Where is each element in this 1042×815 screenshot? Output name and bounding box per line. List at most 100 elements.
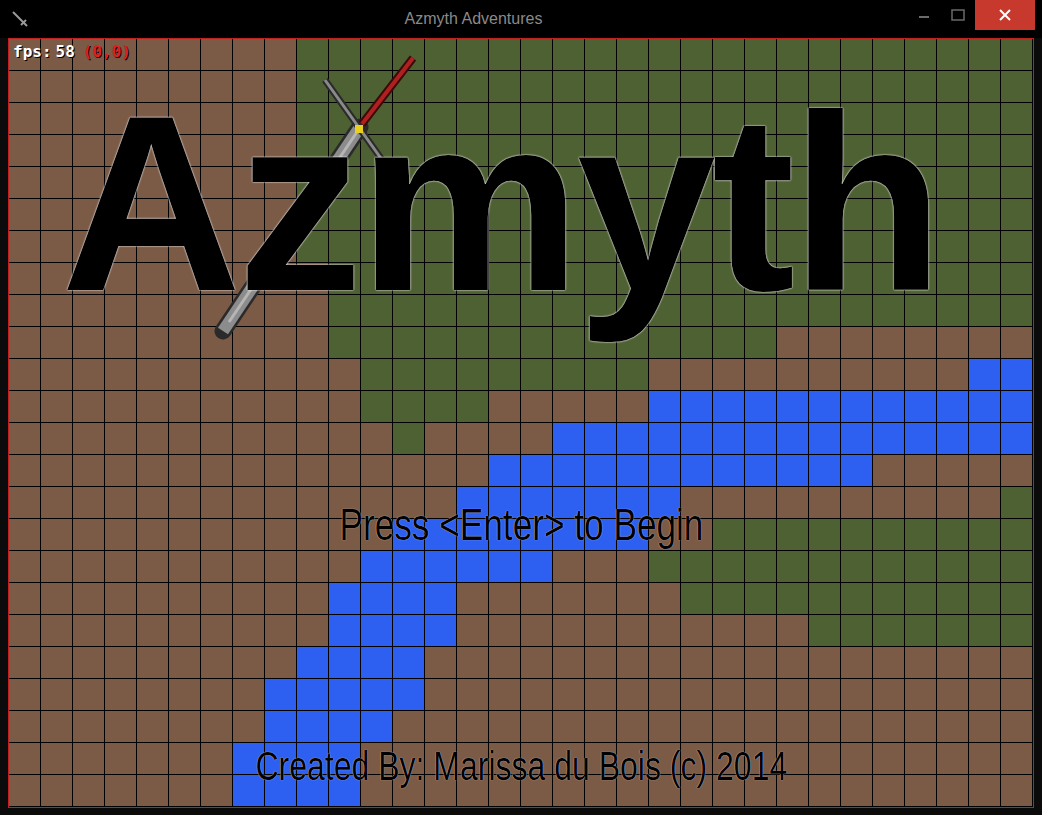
grass-tile (969, 199, 1000, 230)
dirt-tile (425, 679, 456, 710)
grass-tile (841, 551, 872, 582)
dirt-tile (457, 455, 488, 486)
grass-tile (969, 551, 1000, 582)
dirt-tile (137, 39, 168, 70)
dirt-tile (265, 583, 296, 614)
water-tile (937, 391, 968, 422)
grass-tile (585, 39, 616, 70)
dirt-tile (265, 647, 296, 678)
grass-tile (1001, 199, 1032, 230)
grass-tile (457, 327, 488, 358)
dirt-tile (9, 327, 40, 358)
grass-tile (969, 615, 1000, 646)
grass-tile (937, 583, 968, 614)
dirt-tile (969, 775, 1000, 806)
dirt-tile (969, 487, 1000, 518)
dirt-tile (905, 647, 936, 678)
grass-tile (937, 519, 968, 550)
dirt-tile (41, 743, 72, 774)
grass-tile (937, 615, 968, 646)
water-tile (521, 455, 552, 486)
grass-tile (617, 39, 648, 70)
grass-tile (969, 71, 1000, 102)
water-tile (329, 583, 360, 614)
dirt-tile (745, 711, 776, 742)
dirt-tile (201, 775, 232, 806)
dirt-tile (969, 711, 1000, 742)
prompt-row: Press <Enter> to Begin (9, 501, 1033, 549)
water-tile (393, 679, 424, 710)
dirt-tile (73, 583, 104, 614)
dirt-tile (41, 775, 72, 806)
dirt-tile (9, 231, 40, 262)
grass-tile (809, 615, 840, 646)
game-screen[interactable]: Azmyth fps: 58 (0,0) Press <Enter> to Be… (8, 38, 1034, 808)
grass-tile (1001, 167, 1032, 198)
grass-tile (937, 71, 968, 102)
grass-tile (1001, 615, 1032, 646)
dirt-tile (745, 359, 776, 390)
grass-tile (1001, 551, 1032, 582)
water-tile (681, 391, 712, 422)
dirt-tile (329, 391, 360, 422)
water-tile (297, 647, 328, 678)
dirt-tile (873, 647, 904, 678)
dirt-tile (169, 39, 200, 70)
grass-tile (297, 39, 328, 70)
dirt-tile (1001, 743, 1032, 774)
dirt-tile (713, 487, 744, 518)
grass-tile (937, 263, 968, 294)
dirt-tile (137, 711, 168, 742)
fps-value: 58 (56, 44, 75, 60)
grass-tile (937, 199, 968, 230)
dirt-tile (9, 391, 40, 422)
dirt-tile (937, 647, 968, 678)
dirt-tile (9, 263, 40, 294)
dirt-tile (1001, 455, 1032, 486)
water-tile (297, 711, 328, 742)
dirt-tile (201, 743, 232, 774)
grass-tile (361, 39, 392, 70)
water-tile (393, 551, 424, 582)
water-tile (649, 455, 680, 486)
dirt-tile (585, 583, 616, 614)
maximize-button[interactable] (941, 0, 975, 30)
water-tile (809, 455, 840, 486)
dirt-tile (9, 711, 40, 742)
grass-tile (713, 327, 744, 358)
dirt-tile (9, 359, 40, 390)
dirt-tile (105, 583, 136, 614)
grass-tile (521, 327, 552, 358)
dirt-tile (137, 327, 168, 358)
grass-tile (937, 103, 968, 134)
dirt-tile (297, 583, 328, 614)
dirt-tile (745, 647, 776, 678)
dirt-tile (649, 359, 680, 390)
dirt-tile (873, 487, 904, 518)
minimize-button[interactable] (907, 0, 941, 30)
dirt-tile (9, 743, 40, 774)
dirt-tile (297, 391, 328, 422)
dirt-tile (233, 647, 264, 678)
water-tile (937, 423, 968, 454)
grass-tile (649, 39, 680, 70)
dirt-tile (137, 423, 168, 454)
dirt-tile (425, 423, 456, 454)
dirt-tile (73, 551, 104, 582)
water-tile (329, 679, 360, 710)
dirt-tile (73, 359, 104, 390)
water-tile (425, 551, 456, 582)
grass-tile (969, 39, 1000, 70)
dirt-tile (489, 647, 520, 678)
water-tile (713, 423, 744, 454)
close-button[interactable] (975, 0, 1035, 30)
dirt-tile (457, 711, 488, 742)
water-tile (809, 391, 840, 422)
dirt-tile (105, 391, 136, 422)
water-tile (649, 391, 680, 422)
dirt-tile (169, 679, 200, 710)
dirt-tile (297, 551, 328, 582)
dirt-tile (489, 711, 520, 742)
grass-tile (873, 615, 904, 646)
dirt-tile (681, 647, 712, 678)
